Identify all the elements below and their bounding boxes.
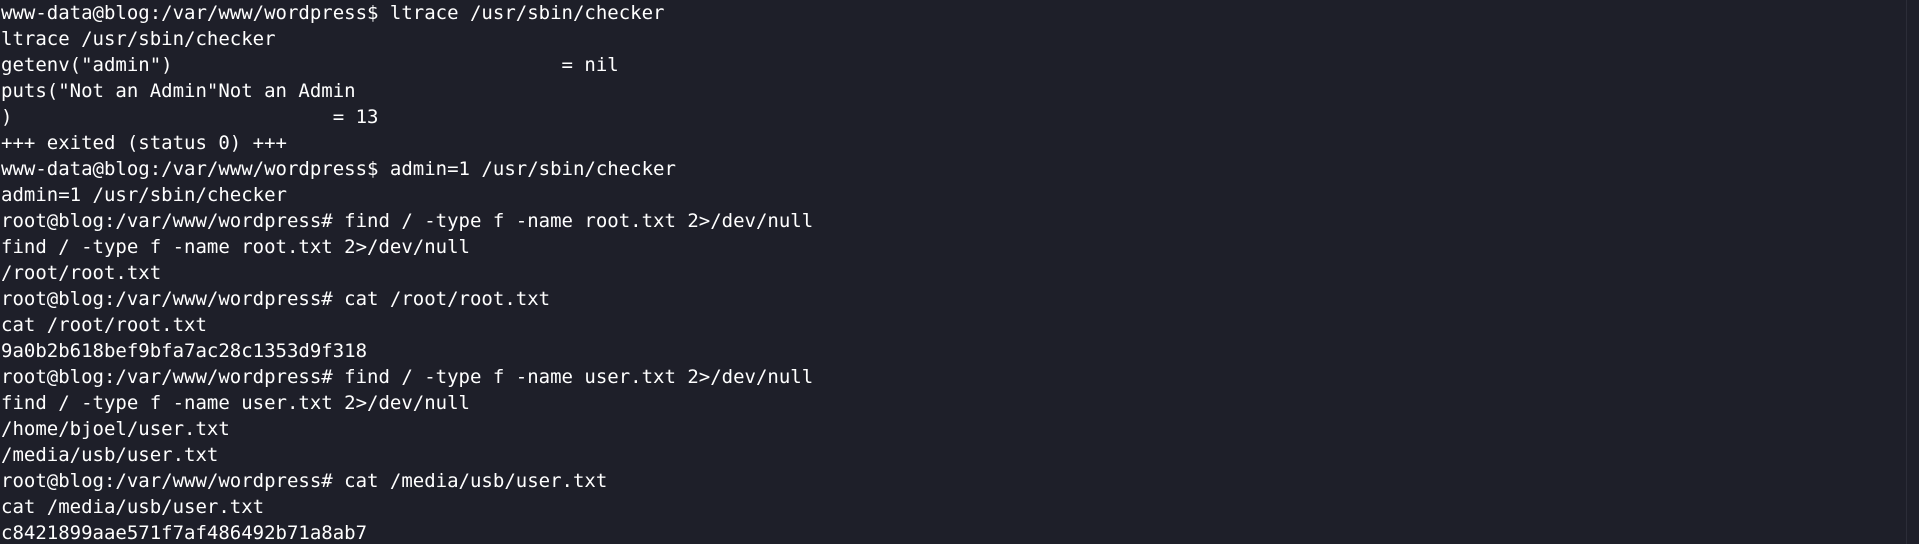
terminal-line-echo: find / -type f -name root.txt 2>/dev/nul… [1, 236, 470, 258]
terminal-line-output: puts("Not an Admin"Not an Admin [1, 80, 356, 102]
terminal-line-prompt: root@blog:/var/www/wordpress# cat /media… [1, 470, 608, 492]
terminal-line-prompt: www-data@blog:/var/www/wordpress$ admin=… [1, 158, 676, 180]
terminal-output[interactable]: www-data@blog:/var/www/wordpress$ ltrace… [0, 0, 1919, 544]
terminal-line-echo: find / -type f -name user.txt 2>/dev/nul… [1, 392, 470, 414]
terminal-line-output: getenv("admin") = nil [1, 54, 619, 76]
terminal-line-echo: admin=1 /usr/sbin/checker [1, 184, 287, 206]
terminal-line-echo: ltrace /usr/sbin/checker [1, 28, 276, 50]
terminal-line-echo: cat /media/usb/user.txt [1, 496, 265, 518]
terminal-scrollbar[interactable] [1906, 0, 1919, 544]
terminal-line-prompt: root@blog:/var/www/wordpress# find / -ty… [1, 210, 814, 232]
terminal-line-output: c8421899aae571f7af486492b71a8ab7 [1, 522, 368, 544]
terminal-line-output: ) = 13 [1, 106, 379, 128]
terminal-line-output: 9a0b2b618bef9bfa7ac28c1353d9f318 [1, 340, 368, 362]
terminal-line-prompt: root@blog:/var/www/wordpress# find / -ty… [1, 366, 814, 388]
terminal-line-output: /media/usb/user.txt [1, 444, 219, 466]
terminal-line-output: /home/bjoel/user.txt [1, 418, 230, 440]
terminal-line-echo: cat /root/root.txt [1, 314, 207, 336]
terminal-line-output: +++ exited (status 0) +++ [1, 132, 287, 154]
terminal-line-output: /root/root.txt [1, 262, 162, 284]
terminal-line-prompt: root@blog:/var/www/wordpress# cat /root/… [1, 288, 551, 310]
terminal-line-prompt: www-data@blog:/var/www/wordpress$ ltrace… [1, 2, 665, 24]
